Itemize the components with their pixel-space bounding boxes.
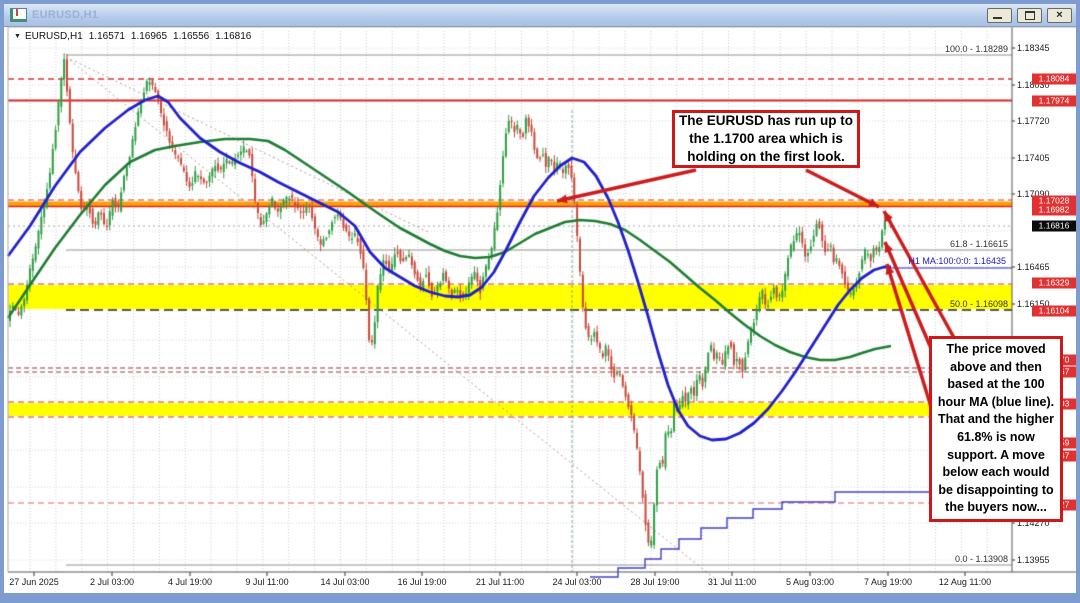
annotation-line: the 1.1700 area which is — [675, 130, 857, 148]
time-axis-label: 14 Jul 03:00 — [320, 577, 369, 587]
chart-canvas[interactable] — [0, 0, 1080, 603]
annotation-line: below each would — [932, 464, 1060, 482]
annotation-line: above and then — [932, 359, 1060, 377]
annotation-box-ma-support[interactable]: The price movedabove and thenbased at th… — [929, 336, 1063, 522]
time-axis-label: 31 Jul 11:00 — [708, 577, 756, 587]
price-axis-label: 1.16465 — [1017, 262, 1050, 272]
fibonacci-level-label: 50.0 - 1.16098 — [950, 299, 1008, 309]
price-level-badge: 1.16329 — [1032, 278, 1076, 289]
ohlc-header: ▼ EURUSD,H1 1.16571 1.16965 1.16556 1.16816 — [14, 31, 257, 42]
annotation-line: The price moved — [932, 341, 1060, 359]
annotation-line: The EURUSD has run up to — [675, 112, 857, 130]
annotation-box-1700-area[interactable]: The EURUSD has run up tothe 1.1700 area … — [672, 110, 860, 168]
ohlc-low: 1.16556 — [173, 31, 209, 42]
ohlc-open: 1.16571 — [89, 31, 125, 42]
annotation-line: support. A move — [932, 447, 1060, 465]
time-axis-label: 4 Jul 19:00 — [168, 577, 212, 587]
fibonacci-level-label: 0.0 - 1.13908 — [955, 554, 1008, 564]
time-axis-label: 7 Aug 19:00 — [864, 577, 912, 587]
time-axis-label: 2 Jul 03:00 — [90, 577, 134, 587]
price-level-badge: 1.16104 — [1032, 306, 1076, 317]
price-axis-label: 1.18345 — [1017, 43, 1050, 53]
fibonacci-level-label: 61.8 - 1.16615 — [950, 239, 1008, 249]
price-level-badge: 1.18084 — [1032, 74, 1076, 85]
ohlc-symbol: EURUSD,H1 — [25, 31, 83, 42]
ohlc-close: 1.16816 — [215, 31, 251, 42]
annotation-line: That and the higher — [932, 411, 1060, 429]
ohlc-high: 1.16965 — [131, 31, 167, 42]
annotation-line: the buyers now... — [932, 499, 1060, 517]
price-axis-label: 1.13955 — [1017, 555, 1050, 565]
time-axis-label: 27 Jun 2025 — [9, 577, 59, 587]
annotation-line: be disappointing to — [932, 482, 1060, 500]
time-axis-label: 12 Aug 11:00 — [939, 577, 991, 587]
time-axis-label: 21 Jul 11:00 — [476, 577, 524, 587]
time-axis-label: 5 Aug 03:00 — [786, 577, 834, 587]
time-axis-label: 16 Jul 19:00 — [397, 577, 446, 587]
price-level-badge: 1.17028 — [1032, 196, 1076, 207]
time-axis-label: 28 Jul 19:00 — [630, 577, 679, 587]
annotation-line: 61.8% is now — [932, 429, 1060, 447]
time-axis-label: 9 Jul 11:00 — [245, 577, 288, 587]
ma-level-label: H1 MA:100:0:0: 1.16435 — [908, 256, 1006, 266]
annotation-line: holding on the first look. — [675, 148, 857, 166]
application-window: EURUSD,H1 × ▼EURUSD,H11.165711.169651.16… — [0, 0, 1080, 603]
price-axis-label: 1.17405 — [1017, 153, 1050, 163]
price-axis-label: 1.17720 — [1017, 116, 1050, 126]
price-level-badge: 1.16816 — [1032, 221, 1076, 232]
time-axis-label: 24 Jul 03:00 — [552, 577, 601, 587]
annotation-line: based at the 100 — [932, 376, 1060, 394]
price-level-badge: 1.17974 — [1032, 96, 1076, 107]
fibonacci-level-label: 100.0 - 1.18289 — [945, 44, 1008, 54]
symbol-dropdown-icon[interactable]: ▼ — [14, 33, 21, 40]
annotation-line: hour MA (blue line). — [932, 394, 1060, 412]
